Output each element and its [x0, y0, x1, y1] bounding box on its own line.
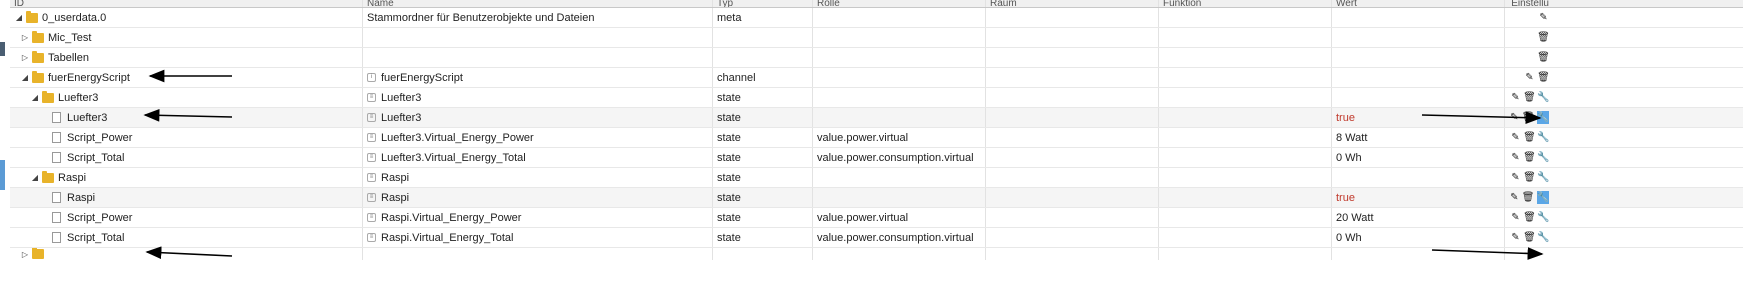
arrow-to-luefter3-settings — [1421, 111, 1542, 125]
arrow-to-raspi — [145, 246, 233, 260]
arrow-annotation — [143, 69, 1544, 260]
arrow-to-luefter3 — [143, 108, 233, 122]
arrow-to-raspi-settings — [1431, 247, 1544, 260]
